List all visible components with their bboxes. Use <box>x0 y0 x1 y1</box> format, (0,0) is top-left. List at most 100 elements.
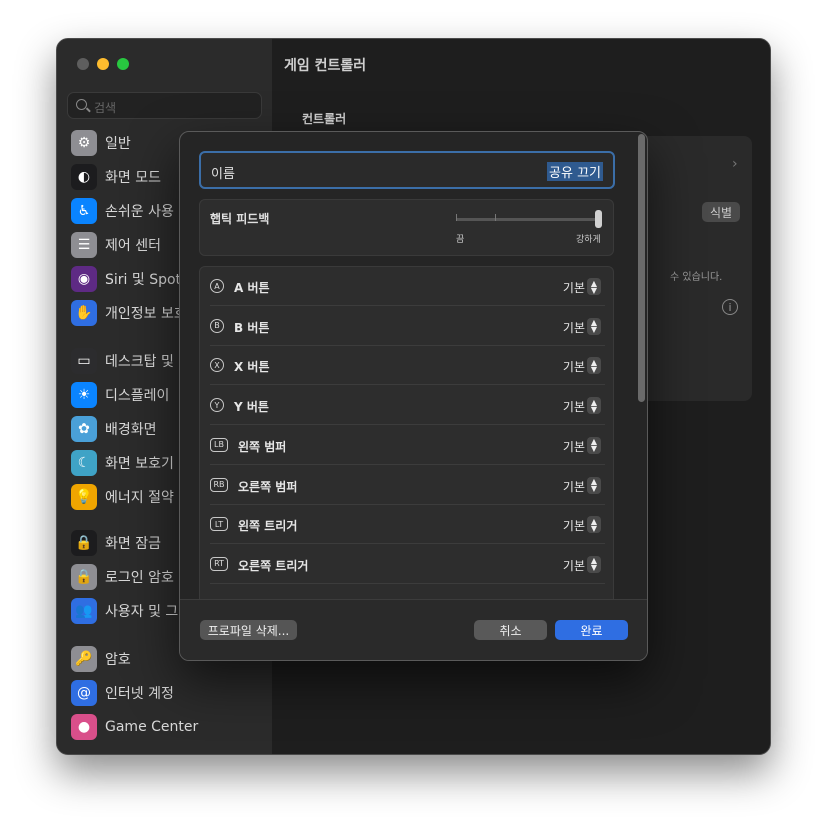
gear-icon: ⚙ <box>71 130 97 156</box>
search-input[interactable]: 검색 <box>67 92 262 119</box>
sidebar-item-label: Siri 및 Spot <box>105 272 182 288</box>
popup-stepper-icon[interactable]: ▲ ▼ <box>587 397 601 415</box>
button-mapping-value[interactable]: 기본 <box>563 279 585 296</box>
sidebar-item[interactable]: ◉ Siri 및 Spot <box>71 265 181 293</box>
button-mapping-row: A A 버튼 기본 ▲ ▼ <box>210 267 605 306</box>
button-mapping-value[interactable]: 기본 <box>563 358 585 375</box>
slider-tick <box>456 214 457 221</box>
button-mapping-value[interactable]: 기본 <box>563 398 585 415</box>
search-placeholder: 검색 <box>94 101 117 115</box>
sidebar-item[interactable]: ☾ 화면 보호기 <box>71 449 174 477</box>
siri-icon: ◉ <box>71 266 97 292</box>
button-mapping-name: A 버튼 <box>234 281 270 295</box>
sidebar-item[interactable]: ✋ 개인정보 보호 <box>71 299 187 327</box>
controller-button-glyph-icon: RB <box>210 477 228 492</box>
desktop-dock-icon: ▭ <box>71 348 97 374</box>
popup-stepper-icon[interactable]: ▲ ▼ <box>587 357 601 375</box>
sidebar-item-label: 인터넷 계정 <box>105 686 174 702</box>
dialog-footer: 프로파일 삭제... 취소 완료 <box>180 599 647 660</box>
sidebar-item[interactable]: 🔑 암호 <box>71 645 131 673</box>
sidebar-item-label: 디스플레이 <box>105 388 170 404</box>
controller-button-glyph-icon: Y <box>210 398 224 413</box>
button-mapping-name: B 버튼 <box>234 320 270 335</box>
sidebar-item-label: Game Center <box>105 719 199 735</box>
dialog-scrollbar[interactable] <box>638 134 645 402</box>
button-mapping-name: 오른쪽 트리거 <box>238 558 309 573</box>
button-mapping-row: RB 오른쪽 범퍼 기본 ▲ ▼ <box>210 466 605 505</box>
haptic-slider-thumb[interactable] <box>595 210 602 228</box>
sidebar-item[interactable]: ◐ 화면 모드 <box>71 163 161 191</box>
sidebar-item[interactable]: ⚙ 일반 <box>71 129 131 157</box>
delete-profile-button[interactable]: 프로파일 삭제... <box>200 620 297 640</box>
login-password-icon: 🔒 <box>71 564 97 590</box>
sidebar-item-label: 데스크탑 및 <box>105 354 174 370</box>
button-mapping-row: B B 버튼 기본 ▲ ▼ <box>210 307 605 346</box>
button-mapping-list: AA 버튼 기본 ▲ ▼ B B 버튼 기본 ▲ ▼ X X 버튼 기본 ▲ ▼ Y Y 버튼 기본 ▲ ▼ LB 왼쪽… <box>199 266 614 606</box>
button-mapping-row: RT 오른쪽 트리거 기본 ▲ ▼ <box>210 545 605 584</box>
button-mapping-name: 오른쪽 범퍼 <box>238 479 298 494</box>
name-value[interactable]: 공유 끄기 <box>547 162 603 181</box>
popup-stepper-icon[interactable]: ▲ ▼ <box>587 476 601 494</box>
sidebar-item[interactable]: ▭ 데스크탑 및 <box>71 347 174 375</box>
minimize-window-button[interactable] <box>97 58 109 70</box>
popup-stepper-icon[interactable]: ▲ ▼ <box>587 317 601 335</box>
chevron-right-icon[interactable]: › <box>732 156 738 172</box>
haptic-feedback-section: 햅틱 피드백 끔 강하게 <box>199 199 614 256</box>
sidebar-item[interactable]: @ 인터넷 계정 <box>71 679 174 707</box>
button-mapping-value[interactable]: 기본 <box>563 438 585 455</box>
control-center-icon: ☰ <box>71 232 97 258</box>
sidebar-item-label: 화면 잠금 <box>105 536 161 552</box>
slider-min-label: 끔 <box>456 235 465 245</box>
sidebar-item-label: 사용자 및 그 <box>105 604 179 620</box>
game-center-icon: ● <box>71 714 97 740</box>
controller-button-glyph-icon: X <box>210 358 224 373</box>
sidebar-item[interactable]: ● Game Center <box>71 713 198 741</box>
section-label: 컨트롤러 <box>302 112 347 126</box>
lock-icon: 🔒 <box>71 530 97 556</box>
button-mapping-name: Y 버튼 <box>234 400 269 415</box>
maximize-window-button[interactable] <box>117 58 129 70</box>
users-icon: 👥 <box>71 598 97 624</box>
sidebar-item[interactable]: ☰ 제어 센터 <box>71 231 161 259</box>
info-icon[interactable]: i <box>722 299 738 315</box>
done-button[interactable]: 완료 <box>555 620 628 640</box>
sidebar-item-label: 제어 센터 <box>105 238 161 254</box>
wallpaper-icon: ✿ <box>71 416 97 442</box>
sidebar-item[interactable]: 🔒 로그인 암호 <box>71 563 174 591</box>
button-mapping-row: LT 왼쪽 트리거 기본 ▲ ▼ <box>210 505 605 545</box>
identify-button[interactable]: 식별 <box>702 202 740 222</box>
sidebar-item[interactable]: ☀ 디스플레이 <box>71 381 169 409</box>
cancel-button[interactable]: 취소 <box>474 620 547 640</box>
popup-stepper-icon[interactable]: ▲ ▼ <box>587 555 601 573</box>
screensaver-icon: ☾ <box>71 450 97 476</box>
button-mapping-row: Y Y 버튼 기본 ▲ ▼ <box>210 386 605 426</box>
button-mapping-name: X 버튼 <box>234 360 270 375</box>
haptic-slider[interactable] <box>456 218 596 221</box>
sidebar-item[interactable]: ✿ 배경화면 <box>71 415 157 443</box>
name-label: 이름 <box>211 167 235 182</box>
sidebar-item[interactable]: 👥 사용자 및 그 <box>71 597 178 625</box>
sidebar-item-label: 화면 보호기 <box>105 456 174 472</box>
sidebar-item-label: 일반 <box>105 136 131 152</box>
key-icon: 🔑 <box>71 646 97 672</box>
close-window-button[interactable] <box>77 58 89 70</box>
sidebar-item[interactable]: 💡 에너지 절약 <box>71 483 174 511</box>
sidebar-item[interactable]: 🔒 화면 잠금 <box>71 529 161 557</box>
slider-max-label: 강하게 <box>576 235 601 245</box>
popup-stepper-icon[interactable]: ▲ ▼ <box>587 436 601 454</box>
appearance-icon: ◐ <box>71 164 97 190</box>
button-mapping-value[interactable]: 기본 <box>563 478 585 495</box>
name-field[interactable]: 이름 공유 끄기 <box>199 151 615 189</box>
button-mapping-value[interactable]: 기본 <box>563 557 585 574</box>
sidebar-item-label: 로그인 암호 <box>105 570 174 586</box>
popup-stepper-icon[interactable]: ▲ ▼ <box>587 278 601 295</box>
button-mapping-value[interactable]: 기본 <box>563 517 585 534</box>
sidebar-item-label: 배경화면 <box>105 422 157 438</box>
button-mapping-value[interactable]: 기본 <box>563 319 585 336</box>
sidebar-item-label: 손쉬운 사용 <box>105 204 174 220</box>
popup-stepper-icon[interactable]: ▲ ▼ <box>587 516 601 534</box>
sidebar-item[interactable]: ♿ 손쉬운 사용 <box>71 197 174 225</box>
sidebar-item-label: 개인정보 보호 <box>105 306 187 322</box>
slider-tick <box>495 214 496 221</box>
search-icon <box>76 99 87 110</box>
